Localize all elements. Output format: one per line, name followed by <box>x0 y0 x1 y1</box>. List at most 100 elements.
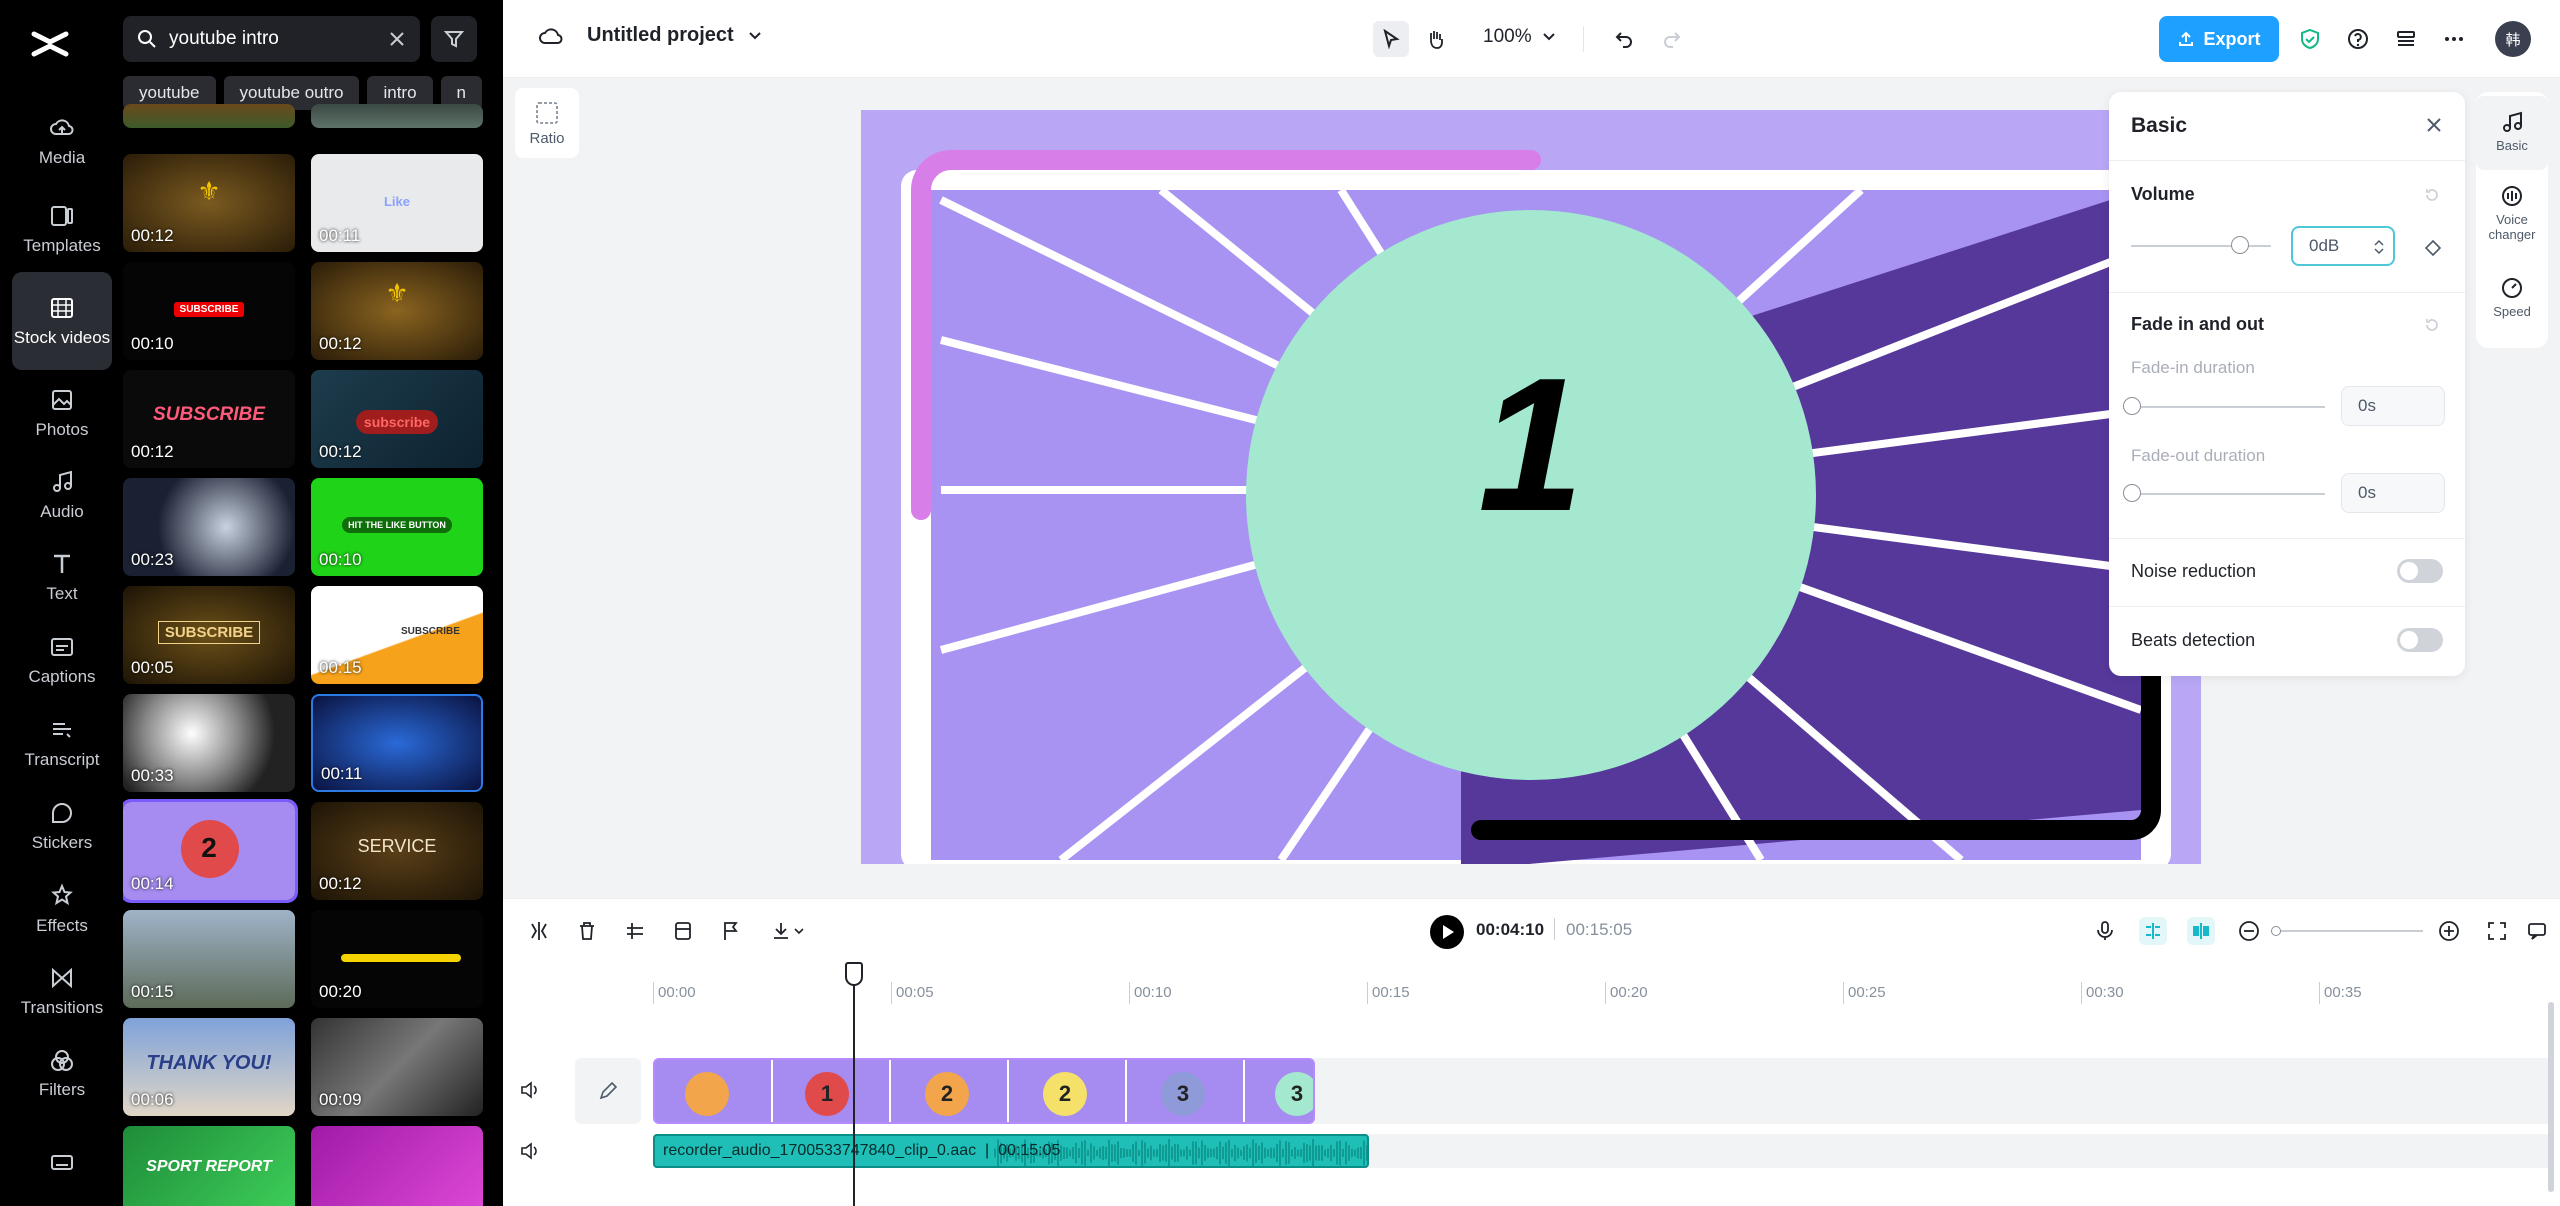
split-button[interactable] <box>525 917 553 945</box>
zoom-in-icon <box>2439 921 2459 941</box>
playhead[interactable] <box>853 962 855 1206</box>
record-button[interactable] <box>2091 917 2119 945</box>
zoom-dropdown[interactable]: 100% <box>1483 26 1556 48</box>
fade-out-slider[interactable] <box>2131 493 2325 495</box>
video-thumbnail[interactable]: ⚜ 00:12 <box>123 154 295 252</box>
rail-item-photos[interactable]: Photos <box>12 370 112 456</box>
rail-item-stock-videos[interactable]: Stock videos <box>12 272 112 370</box>
more-button[interactable] <box>2439 24 2469 54</box>
video-thumbnail[interactable]: SUBSCRIBE 00:12 <box>123 370 295 468</box>
play-button[interactable] <box>1430 915 1464 949</box>
rail-item-text[interactable]: Text <box>12 534 112 620</box>
volume-slider[interactable] <box>2131 245 2271 247</box>
timeline-zoom-slider[interactable] <box>2273 930 2423 932</box>
rail-item-captions[interactable]: Captions <box>12 617 112 703</box>
rail-item-label: Stickers <box>31 832 93 852</box>
rail-item-templates[interactable]: Templates <box>12 186 112 272</box>
video-thumbnail[interactable]: 00:09 <box>311 1018 483 1116</box>
video-duration: 00:23 <box>131 550 174 569</box>
video-thumbnail[interactable]: ⚜ 00:12 <box>311 262 483 360</box>
fade-in-input[interactable]: 0s <box>2341 386 2445 426</box>
delete-button[interactable] <box>573 917 601 945</box>
video-thumbnail[interactable]: SERVICE 00:12 <box>311 802 483 900</box>
video-thumbnail[interactable]: 00:33 <box>123 694 295 792</box>
video-thumbnail[interactable]: Like 00:11 <box>311 154 483 252</box>
filter-button[interactable] <box>431 16 477 62</box>
comment-button[interactable] <box>2523 917 2551 945</box>
track-volume-icon[interactable] <box>519 1079 541 1101</box>
playhead-handle[interactable] <box>845 962 863 986</box>
video-thumbnail[interactable] <box>123 104 295 128</box>
video-thumbnail[interactable] <box>311 104 483 128</box>
rail-item-stickers[interactable]: Stickers <box>12 783 112 869</box>
fade-out-slider-knob[interactable] <box>2123 484 2141 502</box>
track-volume-icon[interactable] <box>519 1140 541 1162</box>
freeze-button[interactable] <box>669 917 697 945</box>
rail-item-media[interactable]: Media <box>12 98 112 184</box>
video-preview[interactable]: 1 <box>861 110 2201 864</box>
rail-item-filters[interactable]: Filters <box>12 1030 112 1116</box>
reset-icon[interactable] <box>2423 316 2441 334</box>
zoom-out-button[interactable] <box>2235 917 2263 945</box>
rail-item-effects[interactable]: Effects <box>12 866 112 952</box>
rail-item-transitions[interactable]: Transitions <box>12 948 112 1034</box>
layers-button[interactable] <box>2391 24 2421 54</box>
video-clip[interactable]: 1 2 2 3 3 <box>653 1058 1315 1124</box>
video-thumbnail[interactable]: 2 00:14 <box>123 799 298 903</box>
video-thumbnail[interactable] <box>311 1126 483 1206</box>
avatar[interactable]: 韩 <box>2495 21 2531 57</box>
help-button[interactable] <box>2343 24 2373 54</box>
beats-detection-toggle[interactable] <box>2397 628 2443 652</box>
tab-basic[interactable]: Basic <box>2476 96 2548 170</box>
export-button[interactable]: Export <box>2159 16 2279 62</box>
rail-item-keyboard[interactable] <box>12 1122 112 1206</box>
noise-reduction-toggle[interactable] <box>2397 559 2443 583</box>
edit-track-button[interactable] <box>575 1058 641 1124</box>
video-thumbnail[interactable]: THANK YOU! 00:06 <box>123 1018 295 1116</box>
video-thumbnail[interactable]: SPORT REPORT <box>123 1126 295 1206</box>
video-thumbnail[interactable]: subscribe 00:12 <box>311 370 483 468</box>
auto-snap-button[interactable] <box>2139 917 2167 945</box>
fade-in-slider[interactable] <box>2131 406 2325 408</box>
shield-button[interactable] <box>2295 24 2325 54</box>
hand-tool-button[interactable] <box>1421 24 1451 54</box>
zoom-in-button[interactable] <box>2435 917 2463 945</box>
volume-input[interactable]: 0dB <box>2291 226 2395 266</box>
undo-button[interactable] <box>1609 24 1639 54</box>
video-thumbnail[interactable]: SUBSCRIBE 00:15 <box>311 586 483 684</box>
redo-button[interactable] <box>1657 24 1687 54</box>
keyframe-icon[interactable] <box>2423 238 2443 258</box>
fade-out-input[interactable]: 0s <box>2341 473 2445 513</box>
marker-button[interactable] <box>717 917 745 945</box>
video-thumbnail[interactable]: HIT THE LIKE BUTTON 00:10 <box>311 478 483 576</box>
tab-voice-changer[interactable]: Voice changer <box>2476 184 2548 262</box>
video-thumbnail[interactable]: 00:15 <box>123 910 295 1008</box>
rail-item-audio[interactable]: Audio <box>12 452 112 538</box>
volume-slider-knob[interactable] <box>2231 236 2250 254</box>
fade-out-value: 0s <box>2358 483 2376 502</box>
link-tracks-button[interactable] <box>2187 917 2215 945</box>
video-thumbnail[interactable]: 00:11 <box>311 694 483 792</box>
project-title[interactable]: Untitled project <box>539 24 762 47</box>
select-tool-button[interactable] <box>1373 21 1409 57</box>
video-thumbnail[interactable]: SUBSCRIBE 00:05 <box>123 586 295 684</box>
tab-speed[interactable]: Speed <box>2476 276 2548 340</box>
time-ruler[interactable]: 00:00 00:05 00:10 00:15 00:20 00:25 00:30 00:35 <box>653 982 2553 1012</box>
crop-button[interactable] <box>621 917 649 945</box>
clear-search-icon[interactable] <box>386 28 408 50</box>
stepper-icon[interactable] <box>2373 238 2385 256</box>
fade-in-slider-knob[interactable] <box>2123 397 2141 415</box>
search-input[interactable]: youtube intro <box>123 16 420 62</box>
timeline-zoom-knob[interactable] <box>2271 926 2281 936</box>
reset-icon[interactable] <box>2423 186 2441 204</box>
ratio-button[interactable]: Ratio <box>515 88 579 158</box>
download-dropdown[interactable] <box>767 917 811 945</box>
rail-item-transcript[interactable]: Transcript <box>12 700 112 786</box>
video-thumbnail[interactable]: 00:23 <box>123 478 295 576</box>
timeline-scrollbar[interactable] <box>2548 1002 2554 1192</box>
close-icon[interactable] <box>2423 114 2445 136</box>
audio-clip[interactable]: recorder_audio_1700533747840_clip_0.aac … <box>653 1134 1369 1168</box>
video-thumbnail[interactable]: 00:20 <box>311 910 483 1008</box>
video-thumbnail[interactable]: SUBSCRIBE 00:10 <box>123 262 295 360</box>
fit-button[interactable] <box>2483 917 2511 945</box>
